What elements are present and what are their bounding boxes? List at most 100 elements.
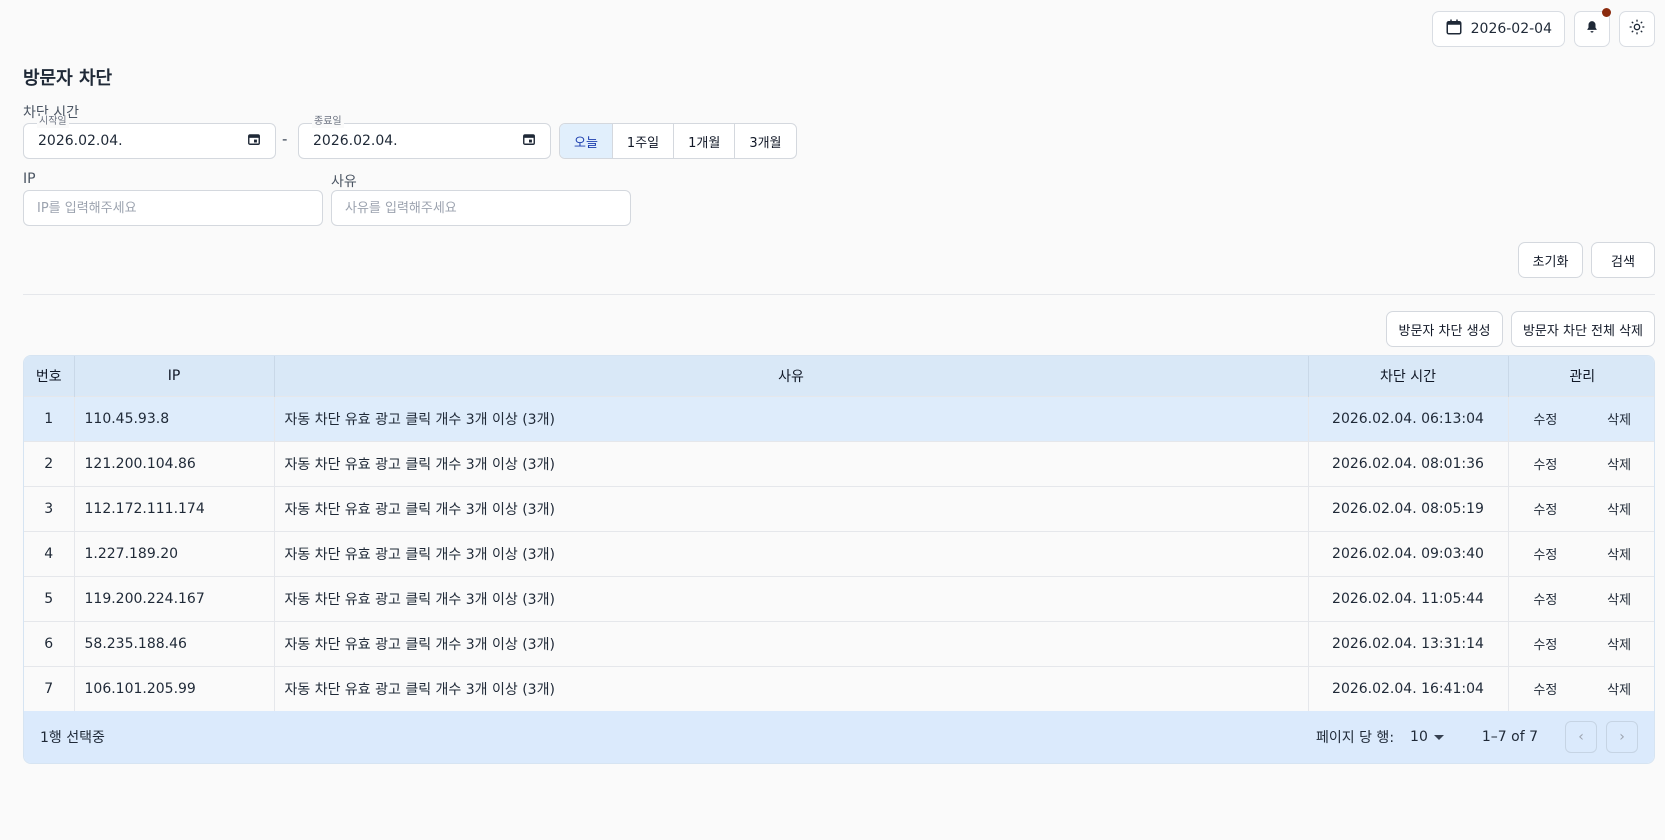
cell-no: 1 bbox=[24, 396, 75, 441]
cell-ip: 121.200.104.86 bbox=[74, 441, 275, 486]
edit-button[interactable]: 수정 bbox=[1533, 544, 1557, 563]
cell-no: 5 bbox=[24, 576, 75, 621]
sun-icon bbox=[1629, 19, 1645, 39]
cell-no: 3 bbox=[24, 486, 75, 531]
next-page-button[interactable]: › bbox=[1606, 721, 1638, 753]
column-reason[interactable]: 사유 bbox=[274, 356, 1309, 396]
cell-manage: 수정 삭제 bbox=[1509, 577, 1655, 621]
table-row[interactable]: 3 112.172.111.174 자동 차단 유효 광고 클릭 개수 3개 이… bbox=[24, 486, 1655, 531]
cell-manage: 수정 삭제 bbox=[1509, 442, 1655, 486]
range-today-button[interactable]: 오늘 bbox=[560, 124, 613, 158]
cell-reason: 자동 차단 유효 광고 클릭 개수 3개 이상 (3개) bbox=[274, 531, 1309, 576]
delete-button[interactable]: 삭제 bbox=[1607, 634, 1631, 653]
notification-dot bbox=[1602, 8, 1611, 17]
top-bar: 2026-02-04 bbox=[1431, 8, 1655, 47]
table-row[interactable]: 6 58.235.188.46 자동 차단 유효 광고 클릭 개수 3개 이상 … bbox=[24, 621, 1655, 666]
notifications-button[interactable] bbox=[1574, 8, 1611, 47]
table-row[interactable]: 7 106.101.205.99 자동 차단 유효 광고 클릭 개수 3개 이상… bbox=[24, 666, 1655, 711]
rows-per-page-select[interactable]: 10 bbox=[1410, 729, 1444, 745]
cell-ip: 1.227.189.20 bbox=[74, 531, 275, 576]
date-separator: - bbox=[282, 130, 288, 148]
cell-block-time: 2026.02.04. 06:13:04 bbox=[1308, 396, 1509, 441]
table-header: 번호 IP 사유 차단 시간 관리 bbox=[24, 356, 1654, 396]
rows-per-page-value: 10 bbox=[1410, 729, 1428, 745]
cell-ip: 58.235.188.46 bbox=[74, 621, 275, 666]
cell-block-time: 2026.02.04. 08:05:19 bbox=[1308, 486, 1509, 531]
delete-button[interactable]: 삭제 bbox=[1607, 589, 1631, 608]
rows-per-page: 페이지 당 행: 10 bbox=[1316, 727, 1444, 747]
table-row[interactable]: 1 110.45.93.8 자동 차단 유효 광고 클릭 개수 3개 이상 (3… bbox=[24, 396, 1654, 441]
cell-reason: 자동 차단 유효 광고 클릭 개수 3개 이상 (3개) bbox=[274, 396, 1309, 441]
calendar-picker-icon[interactable] bbox=[247, 132, 261, 150]
cell-reason: 자동 차단 유효 광고 클릭 개수 3개 이상 (3개) bbox=[274, 576, 1309, 621]
block-table: 번호 IP 사유 차단 시간 관리 1 110.45.93.8 자동 차단 유효… bbox=[23, 355, 1655, 764]
cell-ip: 119.200.224.167 bbox=[74, 576, 275, 621]
reason-label: 사유 bbox=[331, 174, 357, 190]
delete-button[interactable]: 삭제 bbox=[1607, 544, 1631, 563]
cell-no: 4 bbox=[24, 531, 75, 576]
theme-toggle-button[interactable] bbox=[1619, 11, 1655, 47]
divider bbox=[23, 294, 1655, 295]
edit-button[interactable]: 수정 bbox=[1533, 499, 1557, 518]
cell-no: 2 bbox=[24, 441, 75, 486]
end-date-label: 종료일 bbox=[312, 116, 344, 128]
edit-button[interactable]: 수정 bbox=[1533, 589, 1557, 608]
edit-button[interactable]: 수정 bbox=[1533, 454, 1557, 473]
cell-block-time: 2026.02.04. 11:05:44 bbox=[1308, 576, 1509, 621]
delete-button[interactable]: 삭제 bbox=[1607, 679, 1631, 698]
cell-manage: 수정 삭제 bbox=[1509, 622, 1655, 666]
page-title: 방문자 차단 bbox=[23, 68, 113, 89]
cell-no: 6 bbox=[24, 621, 75, 666]
cell-ip: 112.172.111.174 bbox=[74, 486, 275, 531]
cell-reason: 자동 차단 유효 광고 클릭 개수 3개 이상 (3개) bbox=[274, 621, 1309, 666]
cell-ip: 110.45.93.8 bbox=[74, 396, 275, 441]
cell-manage: 수정 삭제 bbox=[1509, 487, 1655, 531]
start-date-field[interactable]: 시작일 2026.02.04. bbox=[23, 116, 276, 159]
date-chip[interactable]: 2026-02-04 bbox=[1431, 11, 1565, 47]
cell-manage: 수정 삭제 bbox=[1509, 667, 1655, 711]
pagination-range: 1–7 of 7 bbox=[1481, 729, 1538, 745]
table-row[interactable]: 5 119.200.224.167 자동 차단 유효 광고 클릭 개수 3개 이… bbox=[24, 576, 1655, 621]
calendar-picker-icon[interactable] bbox=[522, 132, 536, 150]
end-date-field[interactable]: 종료일 2026.02.04. bbox=[298, 116, 551, 159]
column-block-time[interactable]: 차단 시간 bbox=[1308, 356, 1509, 396]
edit-button[interactable]: 수정 bbox=[1533, 634, 1557, 653]
quick-range-group: 오늘 1주일 1개월 3개월 bbox=[559, 123, 797, 159]
column-no[interactable]: 번호 bbox=[24, 356, 75, 396]
delete-button[interactable]: 삭제 bbox=[1607, 409, 1631, 428]
bell-icon bbox=[1585, 20, 1599, 38]
end-date-value: 2026.02.04. bbox=[313, 133, 398, 149]
range-1week-button[interactable]: 1주일 bbox=[613, 124, 675, 158]
cell-manage: 수정 삭제 bbox=[1509, 532, 1655, 576]
chevron-right-icon: › bbox=[1619, 729, 1625, 745]
calendar-icon bbox=[1445, 18, 1463, 40]
delete-button[interactable]: 삭제 bbox=[1607, 499, 1631, 518]
search-button[interactable]: 검색 bbox=[1591, 242, 1655, 278]
ip-input[interactable] bbox=[23, 190, 323, 226]
cell-reason: 자동 차단 유효 광고 클릭 개수 3개 이상 (3개) bbox=[274, 666, 1309, 711]
edit-button[interactable]: 수정 bbox=[1533, 679, 1557, 698]
cell-no: 7 bbox=[24, 666, 75, 711]
caret-down-icon bbox=[1433, 734, 1444, 740]
reset-button[interactable]: 초기화 bbox=[1518, 242, 1583, 278]
cell-block-time: 2026.02.04. 08:01:36 bbox=[1308, 441, 1509, 486]
table-row[interactable]: 2 121.200.104.86 자동 차단 유효 광고 클릭 개수 3개 이상… bbox=[24, 441, 1655, 486]
cell-reason: 자동 차단 유효 광고 클릭 개수 3개 이상 (3개) bbox=[274, 486, 1309, 531]
previous-page-button[interactable]: ‹ bbox=[1565, 721, 1597, 753]
cell-reason: 자동 차단 유효 광고 클릭 개수 3개 이상 (3개) bbox=[274, 441, 1309, 486]
cell-ip: 106.101.205.99 bbox=[74, 666, 275, 711]
ip-label: IP bbox=[23, 171, 36, 187]
edit-button[interactable]: 수정 bbox=[1533, 409, 1557, 428]
reason-input[interactable] bbox=[331, 190, 631, 226]
chevron-left-icon: ‹ bbox=[1578, 729, 1584, 745]
create-block-button[interactable]: 방문자 차단 생성 bbox=[1386, 311, 1503, 347]
table-row[interactable]: 4 1.227.189.20 자동 차단 유효 광고 클릭 개수 3개 이상 (… bbox=[24, 531, 1655, 576]
delete-button[interactable]: 삭제 bbox=[1607, 454, 1631, 473]
column-ip[interactable]: IP bbox=[74, 356, 275, 396]
delete-all-blocks-button[interactable]: 방문자 차단 전체 삭제 bbox=[1511, 311, 1655, 347]
table-footer: 1행 선택중 페이지 당 행: 10 1–7 of 7 ‹ › bbox=[24, 711, 1654, 763]
range-1month-button[interactable]: 1개월 bbox=[674, 124, 736, 158]
range-3month-button[interactable]: 3개월 bbox=[735, 124, 795, 158]
column-manage: 관리 bbox=[1569, 368, 1596, 385]
start-date-label: 시작일 bbox=[37, 116, 69, 128]
